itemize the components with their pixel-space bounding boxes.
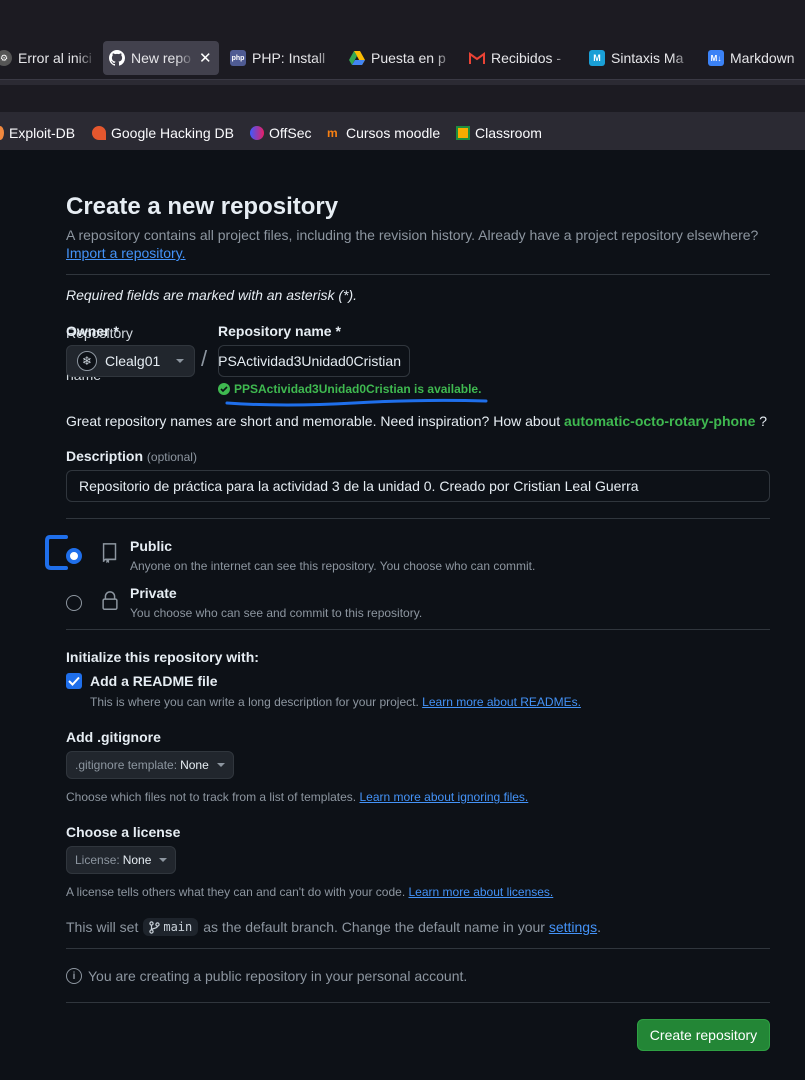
check-icon <box>68 676 80 686</box>
tab-sintaxis[interactable]: M Sintaxis Ma <box>589 41 693 75</box>
new-repo-page: Create a new repository A repository con… <box>0 150 805 1080</box>
owner-repo-separator: / <box>201 346 208 371</box>
chevron-down-icon <box>176 359 184 363</box>
divider <box>66 948 770 949</box>
window-titlebar <box>0 0 805 37</box>
public-account-info: i You are creating a public repository i… <box>66 968 467 984</box>
public-option-title: Public <box>130 538 173 554</box>
tab-gmail[interactable]: Recibidos - <box>469 41 571 75</box>
git-branch-icon <box>149 920 161 934</box>
readme-checkbox[interactable] <box>66 673 82 689</box>
markdown-icon: M↓ <box>708 50 724 66</box>
offsec-icon <box>250 126 264 140</box>
bookmarks-bar: Exploit-DB Google Hacking DB OffSec m Cu… <box>0 116 805 150</box>
description-label: Description (optional) <box>66 448 197 464</box>
public-radio[interactable] <box>66 548 82 564</box>
divider <box>66 518 770 519</box>
chevron-down-icon <box>159 858 168 862</box>
exploit-db-icon <box>0 126 4 140</box>
bookmark-classroom[interactable]: Classroom <box>456 116 542 150</box>
license-title: Choose a license <box>66 824 181 840</box>
create-repository-button[interactable]: Create repository <box>637 1019 770 1051</box>
tab-new-repo[interactable]: New repo ✕ <box>103 41 219 75</box>
initialize-title: Initialize this repository with: <box>66 649 259 665</box>
availability-underline <box>225 398 488 407</box>
divider <box>66 1002 770 1003</box>
readme-title: Add a README file <box>90 673 218 689</box>
branch-name-badge: main <box>143 918 199 936</box>
lock-icon <box>102 591 118 610</box>
gitignore-learn-more-link[interactable]: Learn more about ignoring files. <box>359 790 528 804</box>
license-learn-more-link[interactable]: Learn more about licenses. <box>409 885 554 899</box>
github-icon <box>109 50 125 66</box>
repo-name-input[interactable]: PPSActividad3Unidad0Cristian <box>218 345 410 377</box>
repo-icon <box>102 543 117 564</box>
private-option-desc: You choose who can see and commit to thi… <box>130 606 423 620</box>
repo-name-label: Repository name * <box>218 323 341 339</box>
bookmark-moodle[interactable]: m Cursos moodle <box>327 116 440 150</box>
bookmark-ghdb[interactable]: Google Hacking DB <box>92 116 234 150</box>
tab-php[interactable]: php PHP: Install <box>230 41 336 75</box>
close-tab-icon[interactable]: ✕ <box>199 49 212 67</box>
gitignore-dropdown[interactable]: .gitignore template: None <box>66 751 234 779</box>
tab-drive[interactable]: Puesta en p <box>349 41 455 75</box>
public-option-desc: Anyone on the internet can see this repo… <box>130 559 536 573</box>
page-subtitle: A repository contains all project files,… <box>66 227 759 261</box>
suggested-name-link[interactable]: automatic-octo-rotary-phone <box>564 413 755 429</box>
license-dropdown[interactable]: License: None <box>66 846 177 874</box>
availability-message: PPSActividad3Unidad0Cristian is availabl… <box>218 382 481 396</box>
name-inspiration-text: Great repository names are short and mem… <box>66 413 768 429</box>
info-icon: i <box>66 968 82 984</box>
gitignore-help: Choose which files not to track from a l… <box>66 790 529 804</box>
gmail-icon <box>469 50 485 66</box>
owner-dropdown[interactable]: ❄ Clealg01 <box>66 345 195 377</box>
chevron-down-icon <box>216 763 225 767</box>
divider <box>66 274 770 275</box>
import-repository-link[interactable]: Import a repository. <box>66 245 186 261</box>
classroom-icon <box>456 126 470 140</box>
google-drive-icon <box>349 50 365 66</box>
bookmark-exploit-db[interactable]: Exploit-DB <box>0 116 75 150</box>
ghdb-icon <box>92 126 106 140</box>
sintaxis-icon: M <box>589 50 605 66</box>
php-icon: php <box>230 50 246 66</box>
readme-desc: This is where you can write a long descr… <box>90 695 581 709</box>
private-radio[interactable] <box>66 595 82 611</box>
default-branch-note: This will set main as the default branch… <box>66 918 601 936</box>
bookmark-offsec[interactable]: OffSec <box>250 116 312 150</box>
tab-error[interactable]: ⚙ Error al inici <box>0 41 96 75</box>
moodle-icon: m <box>327 126 338 140</box>
owner-label: Owner * <box>66 323 119 339</box>
avatar: ❄ <box>77 351 97 371</box>
private-option-title: Private <box>130 585 177 601</box>
license-help: A license tells others what they can and… <box>66 885 554 899</box>
tab-markdown[interactable]: M↓ Markdown <box>708 41 805 75</box>
required-note: Required fields are marked with an aster… <box>66 287 358 303</box>
gitignore-title: Add .gitignore <box>66 729 161 745</box>
divider <box>66 629 770 630</box>
navigation-bar <box>0 79 805 116</box>
page-title: Create a new repository <box>66 193 339 220</box>
tab-bar: ⚙ Error al inici New repo ✕ php PHP: Ins… <box>0 37 805 79</box>
error-icon: ⚙ <box>0 50 12 66</box>
check-circle-icon <box>218 383 230 395</box>
settings-link[interactable]: settings <box>549 919 597 935</box>
url-bar[interactable] <box>0 85 805 112</box>
description-input[interactable]: Repositorio de práctica para la activida… <box>66 470 770 502</box>
readme-learn-more-link[interactable]: Learn more about READMEs. <box>422 695 581 709</box>
